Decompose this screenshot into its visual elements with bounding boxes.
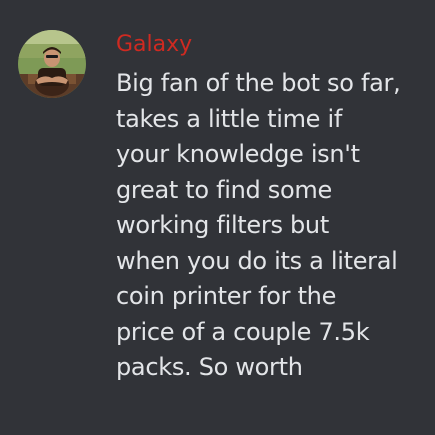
message-line: great to find some [116, 175, 332, 204]
message-line: packs. So worth [116, 353, 303, 381]
message-line: working filters but [116, 211, 329, 239]
message-line: coin printer for the [116, 282, 337, 310]
message-line: Big fan of the bot so far, [116, 69, 401, 97]
message-line: your knowledge isn't [116, 140, 360, 168]
message-line: price of a couple 7.5k [116, 317, 370, 346]
message-author[interactable]: Galaxy [116, 30, 192, 60]
chat-message: Galaxy Big fan of the bot so far, takes … [0, 0, 435, 435]
message-line: when you do its a literal [116, 246, 398, 275]
message-content: Big fan of the bot so far, takes a littl… [116, 66, 426, 386]
avatar-photo-icon [18, 30, 86, 98]
user-avatar[interactable] [18, 30, 86, 98]
message-line: takes a little time if [116, 104, 342, 133]
